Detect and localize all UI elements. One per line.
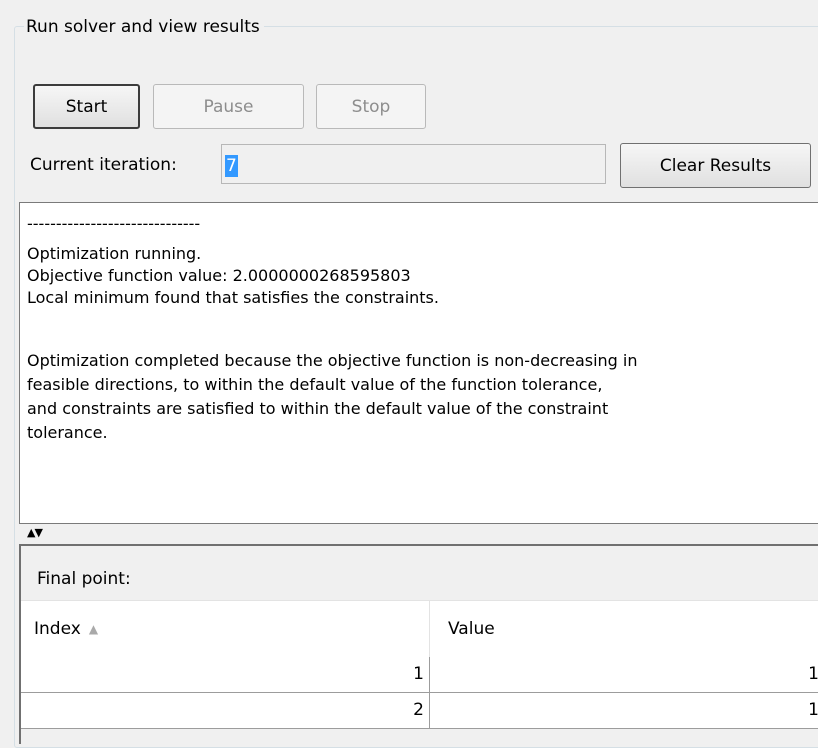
sort-ascending-icon: ▲ bbox=[88, 622, 99, 636]
log-line: and constraints are satisfied to within … bbox=[27, 399, 609, 418]
log-line: feasible directions, to within the defau… bbox=[27, 375, 603, 394]
final-point-label: Final point: bbox=[37, 569, 131, 589]
log-line: ------------------------------ bbox=[27, 214, 201, 233]
index-header-label: Index bbox=[34, 619, 81, 639]
log-line: Local minimum found that satisfies the c… bbox=[27, 288, 439, 307]
pause-button[interactable]: Pause bbox=[153, 84, 304, 129]
current-iteration-label: Current iteration: bbox=[30, 155, 177, 175]
table-header: Index ▲ Value bbox=[21, 600, 818, 658]
table-row[interactable]: 2 1 bbox=[21, 693, 818, 729]
clear-results-button[interactable]: Clear Results bbox=[620, 143, 811, 188]
value-column-header[interactable]: Value bbox=[430, 601, 818, 657]
stop-button[interactable]: Stop bbox=[316, 84, 426, 129]
final-point-panel: Final point: Index ▲ Value 1 1 2 1 bbox=[19, 544, 818, 744]
log-line: Objective function value: 2.000000026859… bbox=[27, 266, 411, 285]
value-cell: 1 bbox=[808, 664, 818, 684]
index-column-header[interactable]: Index ▲ bbox=[21, 601, 430, 657]
expand-collapse-arrows-icon[interactable]: ▲▼ bbox=[27, 527, 43, 539]
current-iteration-field[interactable]: 7 bbox=[221, 144, 606, 184]
log-line: tolerance. bbox=[27, 423, 108, 442]
index-cell: 1 bbox=[21, 657, 430, 692]
log-line: Optimization completed because the objec… bbox=[27, 351, 638, 370]
value-header-label: Value bbox=[448, 619, 495, 639]
solver-output-log[interactable]: ------------------------------ Optimizat… bbox=[19, 202, 818, 524]
current-iteration-value: 7 bbox=[225, 155, 238, 177]
log-line: Optimization running. bbox=[27, 244, 202, 263]
value-cell: 1 bbox=[808, 700, 818, 720]
panel-splitter[interactable]: ▲▼ bbox=[19, 524, 818, 544]
table-row[interactable]: 1 1 bbox=[21, 657, 818, 693]
group-title: Run solver and view results bbox=[24, 14, 264, 40]
index-cell: 2 bbox=[21, 693, 430, 728]
start-button[interactable]: Start bbox=[33, 84, 140, 129]
